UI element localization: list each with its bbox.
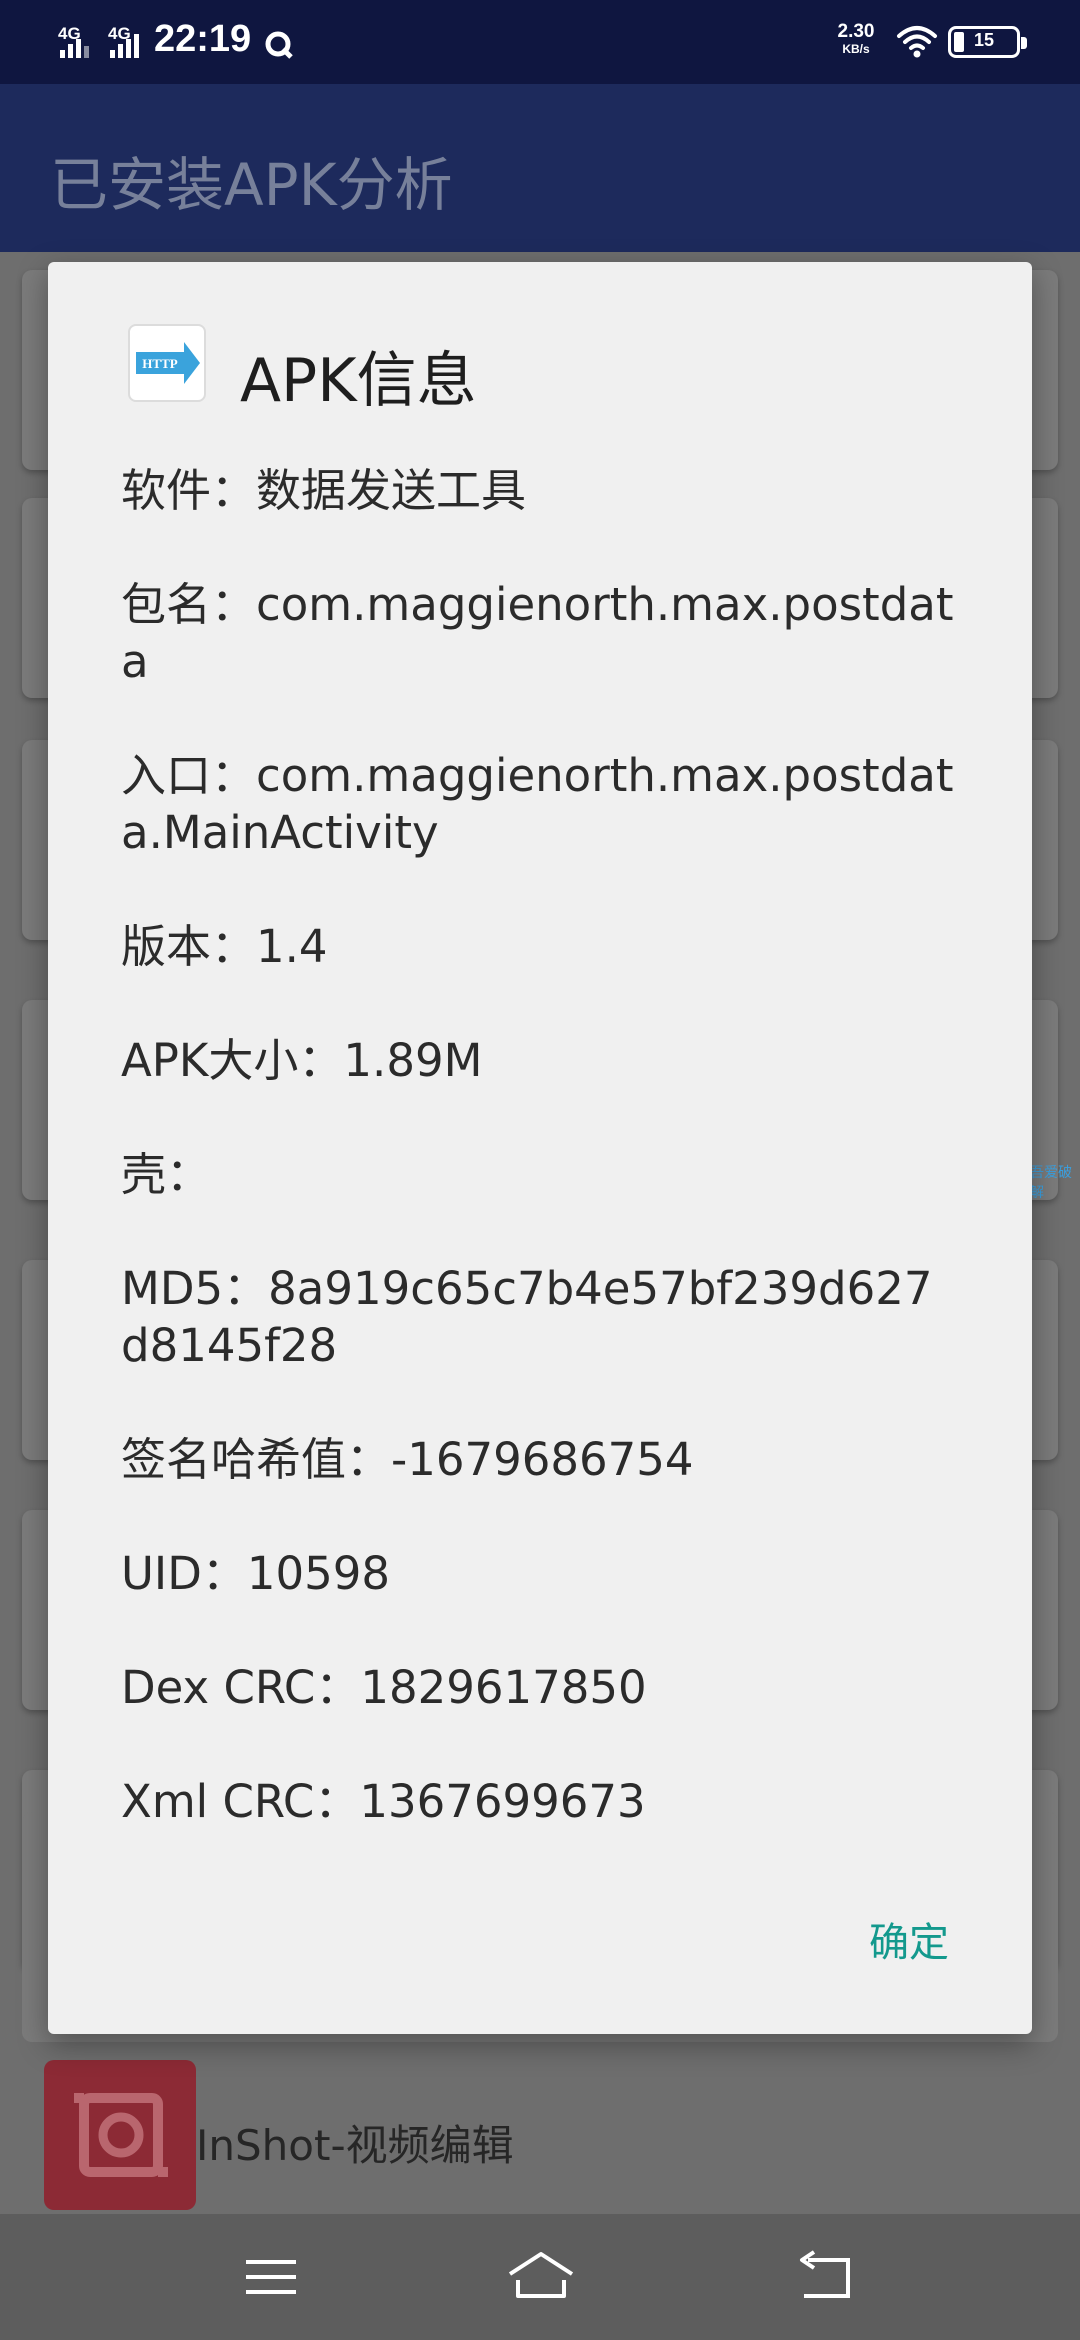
inshot-app-icon — [44, 2060, 196, 2210]
q-notification-icon — [265, 31, 293, 59]
info-dex-crc: Dex CRC：1829617850 — [121, 1661, 647, 1714]
app-icon: HTTP — [128, 324, 206, 402]
app-title: 已安装APK分析 — [50, 151, 453, 219]
status-bar: 4G 4G 22:19 2.30 KB/s 15 — [0, 0, 1080, 84]
battery-icon: 15 — [948, 26, 1027, 58]
apk-info-dialog: HTTP APK信息 软件：数据发送工具 包名：com.maggienorth.… — [48, 262, 1032, 2034]
menu-icon[interactable] — [236, 2250, 306, 2304]
wifi-icon — [897, 26, 937, 58]
inshot-app-label: InShot-视频编辑 — [196, 2121, 514, 2170]
info-uid: UID：10598 — [121, 1547, 391, 1600]
home-icon[interactable] — [506, 2250, 576, 2304]
battery-level: 15 — [973, 30, 995, 50]
info-apk-size: APK大小：1.89M — [121, 1034, 483, 1087]
info-packer: 壳： — [121, 1148, 212, 1201]
navigation-bar — [0, 2214, 1080, 2340]
info-md5: MD5：8a919c65c7b4e57bf239d627d8145f28 — [121, 1262, 933, 1372]
net-speed-unit: KB/s — [842, 42, 870, 56]
info-software: 软件：数据发送工具 — [121, 464, 527, 517]
side-watermark-text: 吾爱破解 — [1030, 1165, 1072, 1201]
info-package-name: 包名：com.maggienorth.max.postdata — [121, 578, 954, 688]
info-entry-activity: 入口：com.maggienorth.max.postdata.MainActi… — [121, 749, 954, 859]
dialog-title: APK信息 — [240, 346, 477, 416]
status-time: 22:19 — [154, 18, 252, 60]
app-bar: 已安装APK分析 — [0, 84, 1080, 252]
info-signature-hash: 签名哈希值：-1679686754 — [121, 1433, 694, 1486]
app-icon-text: HTTP — [142, 356, 177, 371]
back-icon[interactable] — [790, 2250, 860, 2304]
apk-info-list: 软件：数据发送工具 包名：com.maggienorth.max.postdat… — [121, 462, 961, 1887]
net-speed-value: 2.30 — [837, 21, 875, 42]
confirm-button[interactable]: 确定 — [854, 1910, 964, 1976]
info-version: 版本：1.4 — [121, 920, 328, 973]
net-speed: 2.30 KB/s — [834, 22, 878, 55]
signal-1-icon: 4G — [58, 24, 98, 58]
info-xml-crc: Xml CRC：1367699673 — [121, 1775, 646, 1828]
signal-2-icon: 4G — [108, 24, 148, 58]
